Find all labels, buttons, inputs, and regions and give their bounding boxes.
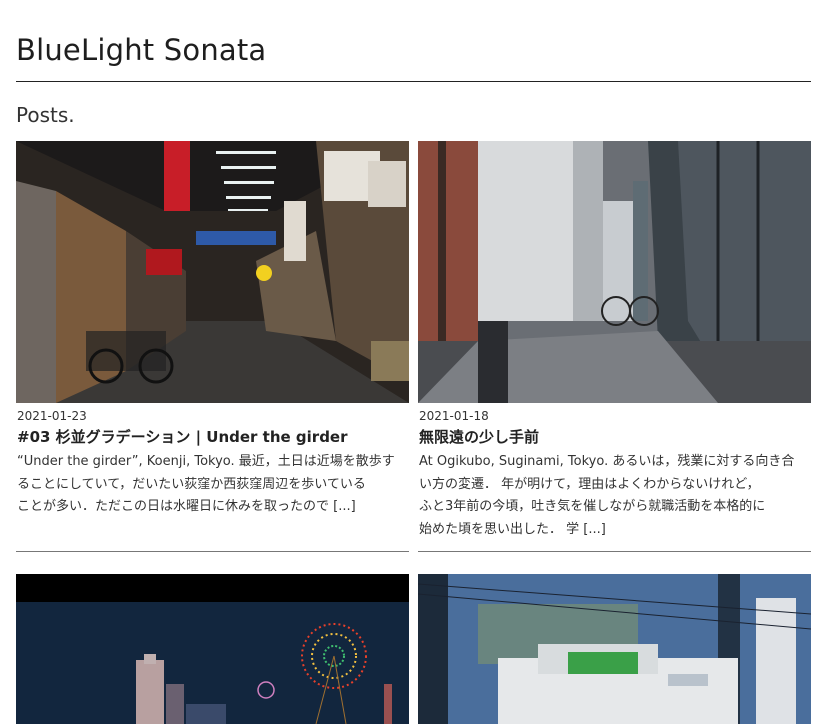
post-thumbnail[interactable] — [418, 141, 811, 403]
post-date: 2021-01-23 — [17, 409, 87, 423]
excerpt-line: “Under the girder”, Koenji, Tokyo. 最近，土日… — [17, 454, 395, 469]
ogikubo-alley-photo — [418, 141, 811, 403]
read-more-link[interactable]: [...] — [333, 499, 356, 514]
excerpt-text: ことが多い．ただこの日は水曜日に休みを取ったので — [17, 499, 330, 514]
page: BlueLight Sonata Posts. 2021-01-23 #03 杉… — [0, 0, 821, 724]
post-card[interactable] — [418, 574, 811, 724]
post-card[interactable]: 2021-01-18 無限遠の少し手前 At Ogikubo, Suginami… — [418, 141, 811, 553]
post-excerpt: “Under the girder”, Koenji, Tokyo. 最近，土日… — [17, 451, 409, 519]
excerpt-text: 始めた頃を思い出した． 学 — [419, 521, 580, 537]
site-title[interactable]: BlueLight Sonata — [16, 33, 266, 67]
excerpt-line: ことが多い．ただこの日は水曜日に休みを取ったので [...] — [17, 496, 409, 519]
card-divider — [16, 551, 409, 552]
header-divider — [16, 81, 811, 82]
koenji-arcade-photo — [16, 141, 409, 403]
excerpt-line: い方の変遷． 年が明けて，理由はよくわからないけれど， — [419, 476, 760, 492]
post-title[interactable]: 無限遠の少し手前 — [419, 426, 539, 447]
post-title[interactable]: #03 杉並グラデーション | Under the girder — [17, 426, 348, 447]
excerpt-line: 始めた頃を思い出した． 学 [...] — [419, 519, 811, 542]
post-thumbnail[interactable] — [16, 141, 409, 403]
building-through-window-photo — [418, 574, 811, 724]
excerpt-line: At Ogikubo, Suginami, Tokyo. あるいは，残業に対する… — [419, 454, 795, 469]
post-card[interactable]: 2021-01-23 #03 杉並グラデーション | Under the gir… — [16, 141, 409, 553]
card-divider — [418, 551, 811, 552]
post-card[interactable] — [16, 574, 409, 724]
read-more-link[interactable]: [...] — [583, 522, 606, 537]
post-thumbnail[interactable] — [16, 574, 409, 724]
post-thumbnail[interactable] — [418, 574, 811, 724]
excerpt-line: ふと3年前の今頃，吐き気を催しながら就職活動を本格的に — [419, 499, 766, 514]
section-title: Posts. — [16, 103, 75, 127]
post-excerpt: At Ogikubo, Suginami, Tokyo. あるいは，残業に対する… — [419, 451, 811, 541]
excerpt-line: ることにしていて，だいたい荻窪か西荻窪周辺を歩いている — [17, 476, 366, 492]
fireworks-night-photo — [16, 574, 409, 724]
post-date: 2021-01-18 — [419, 409, 489, 423]
